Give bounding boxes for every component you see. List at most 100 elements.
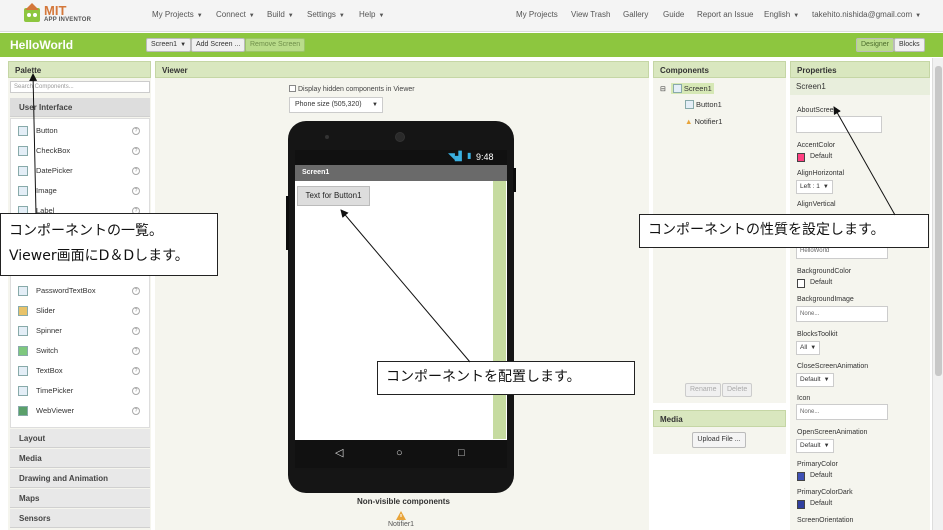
collapse-icon[interactable]: ⊟ bbox=[660, 86, 666, 93]
icon-input[interactable]: None... bbox=[796, 404, 888, 420]
rename-button[interactable]: Rename bbox=[685, 383, 722, 397]
prop-label-primarycolor: PrimaryColor bbox=[797, 461, 838, 468]
properties-header: Properties bbox=[790, 61, 930, 78]
help-icon[interactable]: ? bbox=[132, 187, 140, 195]
screen-select-dropdown[interactable]: Screen1 ▼ bbox=[146, 38, 192, 52]
upload-file-button[interactable]: Upload File ... bbox=[692, 432, 746, 448]
page-scrollbar[interactable] bbox=[932, 58, 943, 530]
globe-icon bbox=[18, 406, 28, 416]
category-user-interface[interactable]: User Interface bbox=[10, 98, 150, 117]
designer-button[interactable]: Designer bbox=[856, 38, 895, 52]
accent-color-value[interactable]: Default bbox=[810, 153, 832, 160]
primary-dark-value[interactable]: Default bbox=[810, 500, 832, 507]
blockstoolkit-dropdown[interactable]: All ▼ bbox=[796, 341, 821, 355]
alignhorizontal-dropdown[interactable]: Left : 1 ▼ bbox=[796, 180, 833, 194]
tree-notifier1[interactable]: ▲ Notifier1 bbox=[685, 117, 722, 126]
backgroundimage-input[interactable]: None... bbox=[796, 306, 888, 322]
media-header: Media bbox=[653, 410, 786, 427]
link-gallery[interactable]: Gallery bbox=[623, 10, 648, 19]
background-color-swatch[interactable] bbox=[797, 279, 805, 288]
checkbox-icon bbox=[289, 85, 296, 92]
category-layout[interactable]: Layout bbox=[10, 429, 150, 448]
back-icon: ◁ bbox=[335, 447, 344, 459]
link-my-projects[interactable]: My Projects bbox=[516, 10, 558, 19]
logo-title: MIT bbox=[44, 3, 67, 18]
link-report-issue[interactable]: Report an Issue bbox=[697, 10, 753, 19]
prop-label-screenorientation: ScreenOrientation bbox=[797, 517, 854, 524]
aboutscreen-textarea[interactable] bbox=[796, 116, 882, 133]
spinner-icon bbox=[18, 326, 28, 336]
help-icon[interactable]: ? bbox=[132, 307, 140, 315]
prop-label-icon: Icon bbox=[797, 395, 811, 402]
prop-label-backgroundimage: BackgroundImage bbox=[797, 296, 854, 303]
blocks-button[interactable]: Blocks bbox=[894, 38, 925, 52]
logo-icon bbox=[24, 3, 40, 22]
warning-icon[interactable] bbox=[396, 511, 406, 520]
slider-icon bbox=[18, 306, 28, 316]
calendar-icon bbox=[18, 166, 28, 176]
help-icon[interactable]: ? bbox=[132, 327, 140, 335]
warning-icon: ▲ bbox=[685, 117, 693, 126]
project-toolbar: HelloWorld Screen1 ▼ Add Screen ... Remov… bbox=[0, 33, 943, 57]
add-screen-button[interactable]: Add Screen ... bbox=[191, 38, 246, 52]
help-icon[interactable]: ? bbox=[132, 147, 140, 155]
category-drawing-animation[interactable]: Drawing and Animation bbox=[10, 469, 150, 488]
screen-icon bbox=[672, 84, 682, 93]
delete-button[interactable]: Delete bbox=[722, 383, 753, 397]
app-inventor-logo[interactable]: MIT APP INVENTOR bbox=[22, 2, 112, 28]
link-view-trash[interactable]: View Trash bbox=[571, 10, 610, 19]
category-maps[interactable]: Maps bbox=[10, 489, 150, 508]
button-icon bbox=[18, 126, 28, 136]
palette-header: Palette bbox=[8, 61, 151, 78]
button-icon bbox=[685, 100, 694, 109]
project-name: HelloWorld bbox=[10, 38, 74, 52]
tree-screen1[interactable]: ⊟ Screen1 bbox=[660, 83, 714, 94]
menu-build[interactable]: Build ▼ bbox=[267, 10, 294, 19]
link-guide[interactable]: Guide bbox=[663, 10, 684, 19]
nonvisible-notifier1[interactable]: Notifier1 bbox=[388, 521, 414, 528]
closescreenanimation-dropdown[interactable]: Default ▼ bbox=[796, 373, 834, 387]
annotation-viewer: コンポーネントを配置します。 bbox=[377, 361, 635, 395]
prop-label-accentcolor: AccentColor bbox=[797, 142, 836, 149]
help-icon[interactable]: ? bbox=[132, 387, 140, 395]
help-icon[interactable]: ? bbox=[132, 167, 140, 175]
switch-icon bbox=[18, 346, 28, 356]
prop-label-blockstoolkit: BlocksToolkit bbox=[797, 331, 838, 338]
help-icon[interactable]: ? bbox=[132, 367, 140, 375]
help-icon[interactable]: ? bbox=[132, 127, 140, 135]
remove-screen-button[interactable]: Remove Screen bbox=[245, 38, 306, 52]
menu-user-account[interactable]: takehito.nishida@gmail.com ▼ bbox=[812, 10, 921, 19]
accent-color-swatch[interactable] bbox=[797, 153, 805, 162]
background-color-value[interactable]: Default bbox=[810, 279, 832, 286]
recents-icon: □ bbox=[458, 447, 465, 459]
menu-connect[interactable]: Connect ▼ bbox=[216, 10, 255, 19]
primary-dark-swatch[interactable] bbox=[797, 500, 805, 509]
speaker-icon bbox=[395, 132, 405, 142]
menu-settings[interactable]: Settings ▼ bbox=[307, 10, 345, 19]
viewer-button1[interactable]: Text for Button1 bbox=[297, 186, 370, 206]
menu-my-projects[interactable]: My Projects ▼ bbox=[152, 10, 203, 19]
logo-subtitle: APP INVENTOR bbox=[44, 17, 92, 23]
checkbox-icon bbox=[18, 146, 28, 156]
primary-color-value[interactable]: Default bbox=[810, 472, 832, 479]
help-icon[interactable]: ? bbox=[132, 407, 140, 415]
clock-icon bbox=[18, 386, 28, 396]
openscreenanimation-dropdown[interactable]: Default ▼ bbox=[796, 439, 834, 453]
menu-language[interactable]: English ▼ bbox=[764, 10, 799, 19]
status-time: 9:48 bbox=[476, 152, 494, 162]
prop-label-backgroundcolor: BackgroundColor bbox=[797, 268, 852, 275]
phone-size-dropdown[interactable]: Phone size (505,320) ▼ bbox=[289, 97, 383, 113]
scrollbar-thumb[interactable] bbox=[935, 66, 942, 376]
help-icon[interactable]: ? bbox=[132, 347, 140, 355]
palette-search-input[interactable]: Search Components... bbox=[10, 81, 150, 93]
screen-scrollbar[interactable] bbox=[493, 181, 506, 439]
category-media[interactable]: Media bbox=[10, 449, 150, 468]
annotation-palette-line2: Viewer画面にD＆Dします。 bbox=[9, 248, 189, 264]
properties-screen-title: Screen1 bbox=[790, 78, 930, 95]
help-icon[interactable]: ? bbox=[132, 287, 140, 295]
menu-help[interactable]: Help ▼ bbox=[359, 10, 384, 19]
tree-button1[interactable]: Button1 bbox=[685, 100, 722, 109]
display-hidden-checkbox[interactable]: Display hidden components in Viewer bbox=[289, 85, 415, 93]
category-sensors[interactable]: Sensors bbox=[10, 509, 150, 528]
primary-color-swatch[interactable] bbox=[797, 472, 805, 481]
